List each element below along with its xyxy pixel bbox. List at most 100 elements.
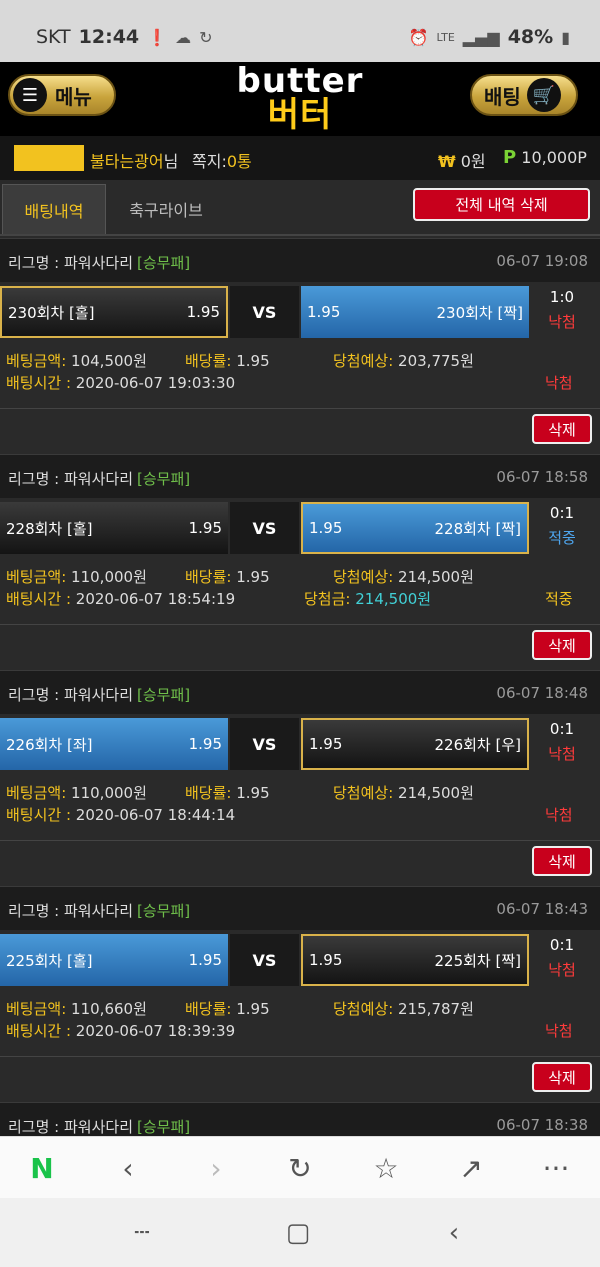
expected-label: 당첨예상: — [333, 352, 394, 370]
expected-field: 당첨예상: 215,787원 — [333, 998, 474, 1019]
delete-button[interactable]: 삭제 — [532, 846, 592, 876]
recents-icon[interactable]: ┄ — [120, 1216, 164, 1250]
divider — [0, 624, 600, 625]
forward-icon[interactable]: › — [194, 1151, 238, 1185]
league-header: 리그명 : 파워사다리 [승무패] 06-07 18:58 — [0, 454, 600, 498]
league-label: 리그명 : — [8, 1118, 64, 1136]
away-odds: 1.95 — [309, 735, 343, 753]
odds-field: 배당률: 1.95 — [185, 998, 270, 1019]
bet-time: 2020-06-07 18:44:14 — [75, 806, 236, 824]
status-bar: SKT 12:44 ❗ ☁ ↻ ⏰ LTE ▂▄▆ 48% ▮ — [0, 0, 600, 62]
delete-all-button[interactable]: 전체 내역 삭제 — [413, 188, 590, 221]
league-header: 리그명 : 파워사다리 [승무패] 06-07 19:08 — [0, 238, 600, 282]
delete-button[interactable]: 삭제 — [532, 1062, 592, 1092]
final-result: 낙첨 — [545, 374, 573, 392]
match-score: 0:1 — [549, 720, 575, 738]
sync-icon: ↻ — [199, 27, 213, 47]
odds-label: 배당률: — [185, 568, 232, 586]
points: P 10,000P — [503, 147, 587, 168]
away-pick[interactable]: 1.95 228회차 [짝] — [301, 502, 529, 554]
bet-amount: 110,660원 — [71, 1000, 147, 1018]
delete-button[interactable]: 삭제 — [532, 414, 592, 444]
menu-button[interactable]: ☰ 메뉴 — [8, 74, 116, 116]
home-pick[interactable]: 226회차 [좌] 1.95 — [0, 718, 228, 770]
away-name: 226회차 [우] — [434, 735, 521, 754]
expected-value: 215,787원 — [398, 1000, 474, 1018]
time-label: 배팅시간 : — [6, 1022, 76, 1040]
win-amount-field: 당첨금: 214,500원 — [304, 588, 431, 609]
expected-field: 당첨예상: 214,500원 — [333, 782, 474, 803]
away-odds: 1.95 — [307, 303, 341, 321]
away-pick[interactable]: 1.95 226회차 [우] — [301, 718, 529, 770]
bet-type: [승무패] — [137, 254, 191, 272]
refresh-icon[interactable]: ↻ — [278, 1151, 322, 1185]
logo-text-ko: 버터 — [267, 95, 333, 135]
naver-icon[interactable]: N — [20, 1151, 64, 1185]
odds-value: 1.95 — [236, 352, 270, 370]
bet-info-row: 베팅금액: 104,500원 배당률: 1.95 당첨예상: 203,775원 — [6, 350, 596, 371]
bet-button[interactable]: 배팅 🛒 — [470, 74, 578, 116]
home-pick[interactable]: 230회차 [홀] 1.95 — [0, 286, 228, 338]
expected-value: 203,775원 — [398, 352, 474, 370]
bet-amount: 110,000원 — [71, 784, 147, 802]
tab-bar: 배팅내역 축구라이브 전체 내역 삭제 — [0, 180, 600, 236]
away-name: 230회차 [짝] — [436, 303, 523, 322]
match-score: 0:1 — [549, 936, 575, 954]
bet-type: [승무패] — [137, 902, 191, 920]
odds-field: 배당률: 1.95 — [185, 782, 270, 803]
match-row: 228회차 [홀] 1.95 VS 1.95 228회차 [짝] 0:1 적중 — [0, 502, 600, 554]
bet-type: [승무패] — [137, 470, 191, 488]
balance: ₩ 0원 — [438, 148, 486, 172]
odds-field: 배당률: 1.95 — [185, 566, 270, 587]
win-label: 당첨금: — [304, 590, 351, 608]
expected-field: 당첨예상: 203,775원 — [333, 350, 474, 371]
home-pick[interactable]: 228회차 [홀] 1.95 — [0, 502, 228, 554]
bet-amount: 110,000원 — [71, 568, 147, 586]
league-header: 리그명 : 파워사다리 [승무패] 06-07 18:43 — [0, 886, 600, 930]
home-odds: 1.95 — [188, 735, 222, 753]
odds-label: 배당률: — [185, 1000, 232, 1018]
final-result: 적중 — [545, 590, 573, 608]
home-name: 228회차 [홀] — [6, 519, 93, 538]
divider — [0, 408, 600, 409]
tab-bet-history[interactable]: 배팅내역 — [2, 184, 106, 234]
cloud-icon: ☁ — [175, 27, 192, 47]
bookmark-icon[interactable]: ☆ — [364, 1151, 408, 1185]
bet-type: [승무패] — [137, 1118, 191, 1136]
bet-card: 리그명 : 파워사다리 [승무패] 06-07 19:08 230회차 [홀] 1.… — [0, 238, 600, 454]
bet-time-row: 배팅시간 : 2020-06-07 18:54:19 당첨금: 214,500원… — [6, 588, 596, 609]
home-name: 225회차 [홀] — [6, 951, 93, 970]
odds-value: 1.95 — [236, 568, 270, 586]
away-pick[interactable]: 1.95 225회차 [짝] — [301, 934, 529, 986]
bet-card: 리그명 : 파워사다리 [승무패] 06-07 18:58 228회차 [홀] 1.… — [0, 454, 600, 670]
home-icon[interactable]: ▢ — [276, 1216, 320, 1250]
message-count-value: 0통 — [226, 152, 252, 171]
site-logo[interactable]: butter 버터 — [235, 64, 365, 132]
bet-date: 06-07 18:43 — [496, 900, 588, 918]
expected-field: 당첨예상: 214,500원 — [333, 566, 474, 587]
bet-time-row: 배팅시간 : 2020-06-07 18:44:14 낙첨 — [6, 804, 596, 825]
home-odds: 1.95 — [186, 303, 220, 321]
back-icon[interactable]: ‹ — [106, 1151, 150, 1185]
user-name[interactable]: 불타는광어님 — [90, 148, 178, 172]
expected-value: 214,500원 — [398, 568, 474, 586]
more-icon[interactable]: ··· — [534, 1151, 578, 1185]
share-icon[interactable]: ↗ — [449, 1151, 493, 1185]
logo-text-en: butter — [236, 61, 364, 101]
expected-label: 당첨예상: — [333, 1000, 394, 1018]
match-row: 230회차 [홀] 1.95 VS 1.95 230회차 [짝] 1:0 낙첨 — [0, 286, 600, 338]
bet-time: 2020-06-07 18:39:39 — [75, 1022, 236, 1040]
cart-icon: 🛒 — [526, 78, 561, 112]
message-count[interactable]: 쪽지:0통 — [192, 148, 252, 172]
system-back-icon[interactable]: ‹ — [432, 1216, 476, 1250]
bet-info-row: 베팅금액: 110,000원 배당률: 1.95 당첨예상: 214,500원 — [6, 566, 596, 587]
expected-label: 당첨예상: — [333, 568, 394, 586]
divider — [0, 1056, 600, 1057]
delete-button[interactable]: 삭제 — [532, 630, 592, 660]
divider — [0, 840, 600, 841]
user-name-text: 불타는광어 — [90, 152, 164, 171]
home-pick[interactable]: 225회차 [홀] 1.95 — [0, 934, 228, 986]
tab-soccer-live[interactable]: 축구라이브 — [110, 184, 222, 234]
list-icon: ☰ — [13, 78, 47, 112]
away-pick[interactable]: 1.95 230회차 [짝] — [301, 286, 529, 338]
